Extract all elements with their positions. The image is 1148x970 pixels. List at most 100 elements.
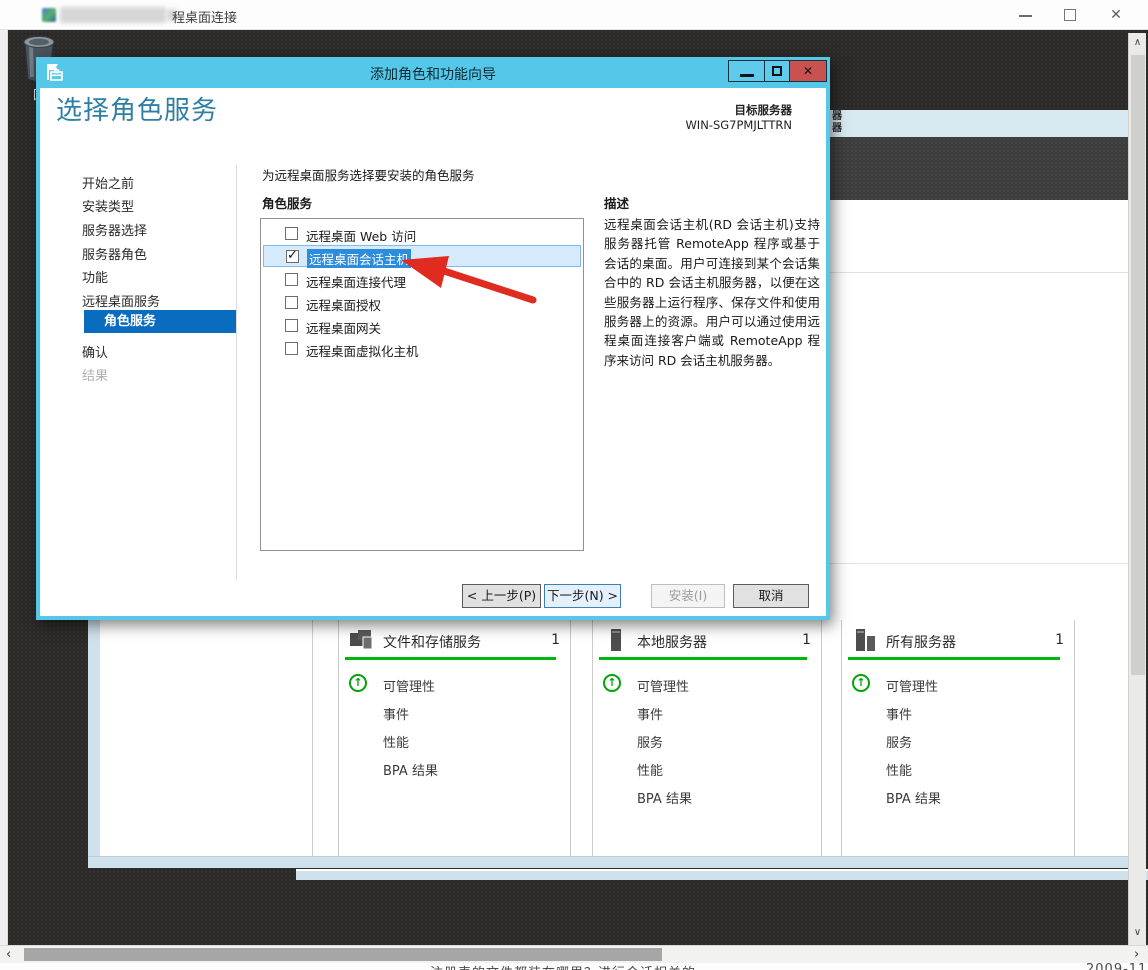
nav-confirmation[interactable]: 确认 [82, 342, 108, 361]
wizard-minimize-button[interactable] [728, 60, 765, 82]
previous-button[interactable]: < 上一步(P) [462, 584, 541, 608]
checkbox-unchecked[interactable] [285, 227, 298, 240]
server-manager-title-text-fragment: 器 [832, 111, 842, 123]
vertical-scrollbar[interactable]: ∧ ∨ [1128, 33, 1146, 945]
close-icon: ✕ [1110, 7, 1122, 23]
tile-item-manageability[interactable]: 可管理性 [383, 676, 435, 695]
tile-item-events[interactable]: 事件 [637, 704, 663, 723]
nav-remote-desktop-services[interactable]: 远程桌面服务 [82, 291, 160, 310]
checkbox-unchecked[interactable] [285, 319, 298, 332]
nav-before-you-begin[interactable]: 开始之前 [82, 173, 134, 192]
tile-title[interactable]: 所有服务器 [886, 632, 956, 652]
role-label[interactable]: 远程桌面 Web 访问 [306, 226, 416, 245]
minimize-icon [740, 74, 754, 77]
wizard-maximize-button[interactable] [764, 60, 790, 82]
divider [830, 272, 1128, 273]
tile-all-servers[interactable]: 所有服务器 1 ↑ 可管理性 事件 服务 性能 BPA 结果 [841, 620, 1075, 856]
next-button[interactable]: 下一步(N) > [544, 584, 621, 608]
wizard-close-button[interactable]: ✕ [789, 60, 827, 82]
tile-item-bpa-results[interactable]: BPA 结果 [637, 788, 692, 807]
role-services-listbox[interactable]: 远程桌面 Web 访问 ✓ 远程桌面会话主机 远程桌面连接代理 远程桌面授权 远… [260, 218, 584, 551]
role-label[interactable]: 远程桌面授权 [306, 295, 381, 314]
nav-server-selection[interactable]: 服务器选择 [82, 220, 147, 239]
host-close-button[interactable]: ✕ [1094, 0, 1138, 30]
description-text: 远程桌面会话主机(RD 会话主机)支持服务器托管 RemoteApp 程序或基于… [604, 215, 820, 370]
wizard-titlebar[interactable]: 添加角色和功能向导 ✕ [36, 57, 830, 88]
tile-title[interactable]: 文件和存储服务 [383, 632, 481, 652]
host-title-fragment: 程桌面连接 [172, 7, 237, 26]
checkbox-unchecked[interactable] [285, 342, 298, 355]
redacted-title-blur [60, 7, 166, 23]
nav-installation-type[interactable]: 安装类型 [82, 196, 134, 215]
tile-item-events[interactable]: 事件 [886, 704, 912, 723]
role-row-rd-session-host[interactable]: ✓ 远程桌面会话主机 [263, 245, 581, 267]
tile-count: 1 [551, 632, 560, 648]
tile-item-bpa-results[interactable]: BPA 结果 [383, 760, 438, 779]
all-servers-icon [852, 628, 878, 652]
role-row-rd-gateway[interactable]: 远程桌面网关 [263, 315, 581, 338]
instruction-text: 为远程桌面服务选择要安装的角色服务 [262, 165, 475, 184]
nav-results: 结果 [82, 365, 108, 384]
role-label[interactable]: 远程桌面连接代理 [306, 272, 406, 291]
maximize-icon [1064, 9, 1076, 21]
tile-column-divider [312, 620, 313, 856]
tile-item-performance[interactable]: 性能 [637, 760, 663, 779]
tile-local-server[interactable]: 本地服务器 1 ↑ 可管理性 事件 服务 性能 BPA 结果 [592, 620, 822, 856]
tile-item-manageability[interactable]: 可管理性 [637, 676, 689, 695]
wizard-title: 添加角色和功能向导 [36, 64, 830, 84]
scroll-down-arrow-icon[interactable]: ∨ [1129, 927, 1146, 938]
description-label: 描述 [604, 193, 629, 212]
scroll-right-arrow-icon[interactable]: › [1134, 947, 1139, 962]
check-icon: ✓ [287, 248, 298, 263]
checkbox-checked[interactable]: ✓ [286, 250, 299, 263]
tile-item-services[interactable]: 服务 [886, 732, 912, 751]
scroll-left-arrow-icon[interactable]: ‹ [6, 947, 11, 962]
nav-role-services-selected[interactable]: 角色服务 [84, 310, 236, 333]
server-manager-title-text-fragment: 器 [832, 123, 842, 135]
tile-item-bpa-results[interactable]: BPA 结果 [886, 788, 941, 807]
tile-green-rule [848, 657, 1060, 660]
host-minimize-button[interactable] [1003, 0, 1047, 30]
host-maximize-button[interactable] [1048, 0, 1092, 30]
manageability-status-icon: ↑ [349, 674, 367, 692]
role-row-rd-connection-broker[interactable]: 远程桌面连接代理 [263, 269, 581, 292]
role-label-selected[interactable]: 远程桌面会话主机 [307, 249, 411, 268]
checkbox-unchecked[interactable] [285, 273, 298, 286]
manageability-status-icon: ↑ [603, 674, 621, 692]
vertical-scrollbar-thumb[interactable] [1131, 55, 1145, 675]
maximize-icon [772, 66, 782, 76]
tile-item-manageability[interactable]: 可管理性 [886, 676, 938, 695]
role-row-rd-web-access[interactable]: 远程桌面 Web 访问 [263, 223, 581, 246]
tile-item-services[interactable]: 服务 [637, 732, 663, 751]
cancel-button[interactable]: 取消 [733, 584, 809, 608]
nav-features[interactable]: 功能 [82, 267, 108, 286]
role-services-list-label: 角色服务 [262, 193, 312, 212]
horizontal-scrollbar-thumb[interactable] [24, 948, 662, 961]
scroll-up-arrow-icon[interactable]: ∧ [1129, 37, 1146, 48]
checkbox-unchecked[interactable] [285, 296, 298, 309]
background-window-edge [296, 869, 1148, 880]
role-row-rd-virtualization-host[interactable]: 远程桌面虚拟化主机 [263, 338, 581, 361]
role-row-rd-licensing[interactable]: 远程桌面授权 [263, 292, 581, 315]
tile-title[interactable]: 本地服务器 [637, 632, 707, 652]
divider [830, 563, 1128, 564]
tile-item-performance[interactable]: 性能 [383, 732, 409, 751]
tile-green-rule [345, 657, 556, 660]
nav-server-roles[interactable]: 服务器角色 [82, 244, 147, 263]
horizontal-scrollbar[interactable]: ‹ › [0, 945, 1148, 963]
role-label[interactable]: 远程桌面虚拟化主机 [306, 341, 419, 360]
role-label[interactable]: 远程桌面网关 [306, 318, 381, 337]
host-window-left-edge [0, 30, 8, 945]
target-server-block: 目标服务器 WIN-SG7PMJLTTRN [685, 103, 792, 133]
host-titlebar[interactable]: 程桌面连接 ✕ [0, 0, 1148, 30]
server-manager-titlebar-fragment: 器 器 [830, 110, 1128, 137]
install-button[interactable]: 安装(I) [651, 584, 725, 608]
page-title: 选择角色服务 [56, 90, 218, 127]
rdp-client-window: 回 器 器 文件和存储服务 1 ↑ 可管理性 事件 性能 BPA 结果 [0, 0, 1148, 970]
nav-content-divider [236, 165, 237, 580]
tile-count: 1 [802, 632, 811, 648]
tile-item-performance[interactable]: 性能 [886, 760, 912, 779]
tile-item-events[interactable]: 事件 [383, 704, 409, 723]
tile-file-storage-services[interactable]: 文件和存储服务 1 ↑ 可管理性 事件 性能 BPA 结果 [338, 620, 571, 856]
target-server-label: 目标服务器 [685, 103, 792, 118]
